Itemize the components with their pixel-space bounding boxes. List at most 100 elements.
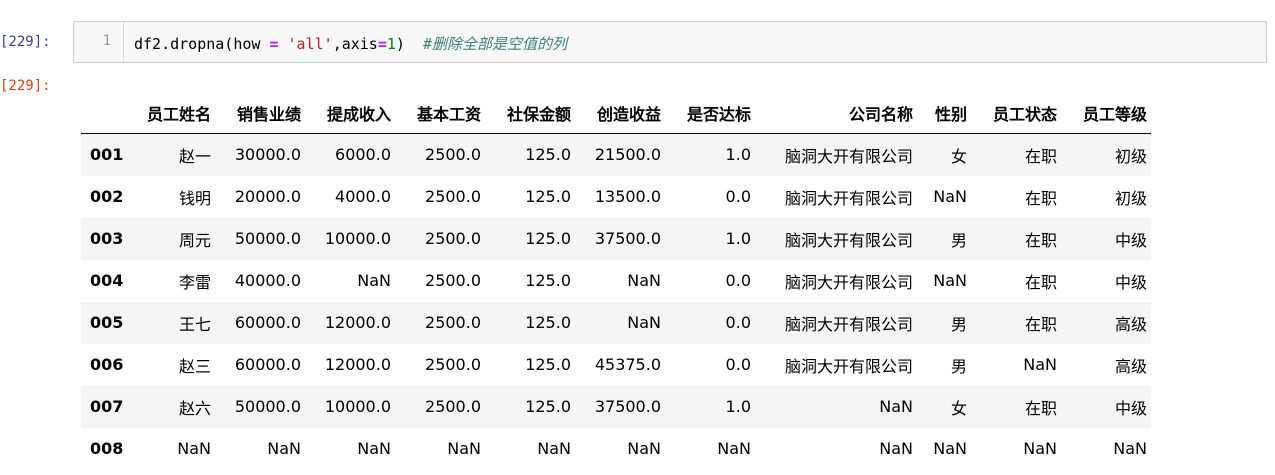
table-cell: 在职 (1024, 314, 1057, 334)
table-cell: 125.0 (525, 145, 571, 165)
table-cell: 2500.0 (425, 271, 481, 290)
table-cell: NaN (627, 271, 661, 290)
table-cell: 37500.0 (594, 229, 661, 248)
table-cell: 50000.0 (234, 397, 301, 416)
table-cell: NaN (357, 271, 391, 290)
table-cell: 60000.0 (234, 313, 301, 332)
row-index: 004 (90, 271, 124, 290)
row-index: 002 (90, 187, 124, 206)
line-number-gutter: 1 (74, 22, 124, 62)
table-cell: 中级 (1114, 398, 1147, 418)
table-cell: 脑洞大开有限公司 (784, 356, 913, 376)
table-cell: 10000.0 (324, 229, 391, 248)
table-cell: 2500.0 (425, 313, 481, 332)
table-cell: 脑洞大开有限公司 (784, 146, 913, 166)
output-dataframe: 员工姓名 销售业绩 提成收入 基本工资 社保金额 创造收益 是否达标 公司名称 … (81, 93, 1151, 470)
table-cell: 初级 (1114, 146, 1147, 166)
code-token-string: 'all' (287, 35, 333, 53)
table-cell: 13500.0 (594, 187, 661, 206)
table-cell: 女 (950, 146, 967, 166)
column-header: 销售业绩 (215, 93, 305, 134)
table-row: 002 钱明 20000.0 4000.0 2500.0 125.0 13500… (81, 175, 1151, 218)
table-cell: 女 (950, 398, 967, 418)
table-cell: 45375.0 (594, 355, 661, 374)
code-token-number: 1 (386, 35, 396, 53)
index-header (81, 93, 131, 134)
table-cell: 12000.0 (324, 355, 391, 374)
table-cell: 2500.0 (425, 397, 481, 416)
table-cell: NaN (537, 439, 571, 458)
table-cell: NaN (267, 439, 301, 458)
table-row: 006 赵三 60000.0 12000.0 2500.0 125.0 4537… (81, 343, 1151, 386)
table-cell: 赵一 (178, 146, 211, 166)
column-header: 创造收益 (575, 93, 665, 134)
table-cell: 60000.0 (234, 355, 301, 374)
table-cell: NaN (717, 439, 751, 458)
table-cell: 0.0 (725, 313, 751, 332)
table-cell: 男 (950, 356, 967, 376)
table-cell: 2500.0 (425, 229, 481, 248)
table-header: 员工姓名 销售业绩 提成收入 基本工资 社保金额 创造收益 是否达标 公司名称 … (81, 93, 1151, 134)
table-row: 004 李雷 40000.0 NaN 2500.0 125.0 NaN 0.0 … (81, 259, 1151, 302)
table-cell: NaN (1023, 439, 1057, 458)
table-cell: 0.0 (725, 187, 751, 206)
table-cell: 2500.0 (425, 187, 481, 206)
dataframe-table: 员工姓名 销售业绩 提成收入 基本工资 社保金额 创造收益 是否达标 公司名称 … (81, 93, 1151, 470)
column-header: 公司名称 (755, 93, 917, 134)
table-cell: 中级 (1114, 272, 1147, 292)
table-cell: 在职 (1024, 188, 1057, 208)
table-cell: 在职 (1024, 146, 1057, 166)
input-prompt: [229]: (0, 34, 51, 50)
table-cell: 0.0 (725, 271, 751, 290)
table-cell: 20000.0 (234, 187, 301, 206)
column-header: 性别 (917, 93, 971, 134)
table-row: 001 赵一 30000.0 6000.0 2500.0 125.0 21500… (81, 133, 1151, 176)
table-cell: 在职 (1024, 272, 1057, 292)
code-token-operator-2: = (377, 35, 387, 53)
table-cell: 40000.0 (234, 271, 301, 290)
table-cell: NaN (933, 439, 967, 458)
output-prompt: [229]: (0, 78, 51, 94)
table-cell: 37500.0 (594, 397, 661, 416)
code-token-paren: ) (395, 35, 405, 53)
header-row: 员工姓名 销售业绩 提成收入 基本工资 社保金额 创造收益 是否达标 公司名称 … (81, 93, 1151, 134)
row-index: 007 (90, 397, 124, 416)
column-header: 基本工资 (395, 93, 485, 134)
table-cell: 在职 (1024, 398, 1057, 418)
code-token-call: df2.dropna(how (134, 35, 261, 53)
table-row: 005 王七 60000.0 12000.0 2500.0 125.0 NaN … (81, 301, 1151, 344)
column-header: 员工姓名 (131, 93, 215, 134)
table-cell: 6000.0 (335, 145, 391, 165)
table-cell: 2500.0 (425, 145, 481, 165)
table-cell: 李雷 (178, 272, 211, 292)
table-row: 007 赵六 50000.0 10000.0 2500.0 125.0 3750… (81, 385, 1151, 428)
table-cell: 125.0 (525, 187, 571, 206)
table-cell: 在职 (1024, 230, 1057, 250)
table-cell: NaN (879, 397, 913, 416)
table-cell: NaN (447, 439, 481, 458)
code-comment: #删除全部是空值的列 (423, 35, 568, 53)
table-cell: 1.0 (725, 229, 751, 248)
table-cell: 125.0 (525, 397, 571, 416)
column-header: 提成收入 (305, 93, 395, 134)
table-cell: 男 (950, 314, 967, 334)
code-input-area[interactable]: 1 df2.dropna(how = 'all',axis=1) #删除全部是空… (73, 21, 1267, 63)
table-cell: 30000.0 (234, 145, 301, 165)
table-cell: NaN (879, 439, 913, 458)
code-line[interactable]: df2.dropna(how = 'all',axis=1) #删除全部是空值的… (134, 33, 567, 54)
table-cell: 赵三 (178, 356, 211, 376)
table-cell: 12000.0 (324, 313, 391, 332)
table-cell: 10000.0 (324, 397, 391, 416)
row-index: 008 (90, 439, 124, 458)
table-cell: 初级 (1114, 188, 1147, 208)
table-cell: 1.0 (725, 397, 751, 416)
table-cell: NaN (933, 187, 967, 206)
table-cell: 125.0 (525, 355, 571, 374)
table-cell: NaN (357, 439, 391, 458)
table-cell: 中级 (1114, 230, 1147, 250)
table-cell: 0.0 (725, 355, 751, 374)
table-body: 001 赵一 30000.0 6000.0 2500.0 125.0 21500… (81, 133, 1151, 470)
line-number: 1 (102, 33, 111, 49)
table-cell: 赵六 (178, 398, 211, 418)
table-cell: 2500.0 (425, 355, 481, 374)
